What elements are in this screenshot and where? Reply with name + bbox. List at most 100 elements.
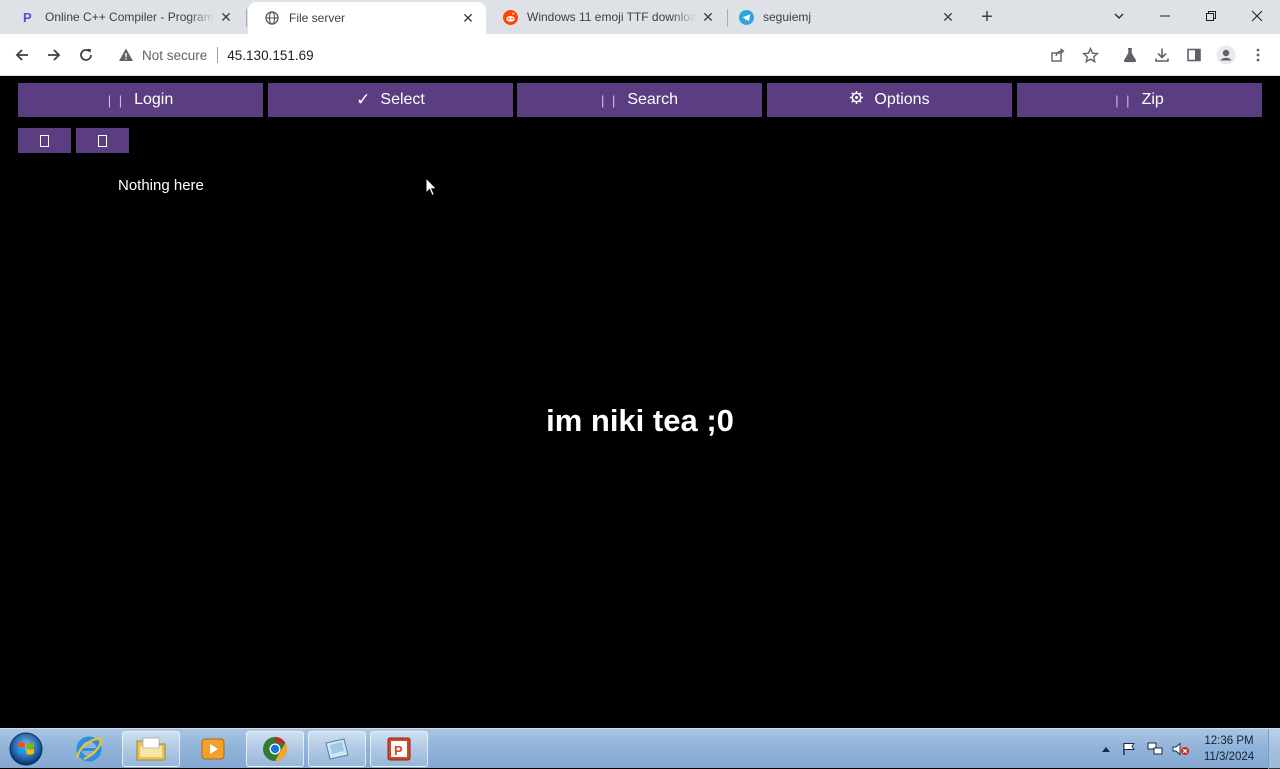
file-server-page: | | Login ✓ Select | | Search Options | … bbox=[0, 77, 1280, 728]
chevron-up-icon bbox=[1102, 747, 1110, 752]
zip-button[interactable]: | | Zip bbox=[1017, 83, 1262, 117]
globe-icon bbox=[264, 10, 280, 26]
minimize-icon bbox=[1160, 15, 1170, 17]
flag-icon bbox=[1123, 743, 1135, 755]
options-button[interactable]: Options bbox=[767, 83, 1012, 117]
back-button[interactable] bbox=[8, 41, 36, 69]
chevron-down-icon bbox=[1114, 13, 1124, 19]
tab-title: seguiemj bbox=[763, 10, 812, 24]
chrome-icon bbox=[263, 737, 288, 761]
tab-separator bbox=[246, 9, 247, 27]
arrow-right-icon bbox=[48, 49, 61, 61]
taskbar-chrome[interactable] bbox=[246, 731, 304, 767]
svg-text:P: P bbox=[394, 743, 403, 758]
mouse-cursor-icon bbox=[425, 177, 438, 197]
url-text[interactable]: 45.130.151.69 bbox=[227, 48, 313, 63]
menu-button[interactable] bbox=[1246, 43, 1270, 67]
small-button-1[interactable] bbox=[18, 128, 71, 153]
footer-motto: im niki tea ;0 bbox=[546, 403, 734, 438]
search-icon: | | bbox=[600, 92, 618, 108]
powerpoint-icon: P bbox=[387, 737, 411, 761]
taskbar-file-explorer[interactable] bbox=[122, 731, 180, 767]
login-icon: | | bbox=[107, 92, 125, 108]
side-panel-button[interactable] bbox=[1182, 43, 1206, 67]
show-desktop-button[interactable] bbox=[1268, 729, 1280, 769]
taskbar-paint[interactable] bbox=[308, 731, 366, 767]
restore-icon bbox=[1206, 11, 1216, 21]
tab-title: Online C++ Compiler - Programiz bbox=[45, 10, 214, 24]
tab-title: File server bbox=[289, 11, 346, 25]
tab-search-button[interactable] bbox=[1096, 0, 1142, 32]
taskbar-internet-explorer[interactable] bbox=[60, 731, 118, 767]
warning-icon[interactable] bbox=[118, 47, 134, 63]
flask-icon bbox=[1123, 48, 1137, 63]
profile-button[interactable] bbox=[1214, 43, 1238, 67]
tab-title: Windows 11 emoji TTF download bbox=[527, 10, 696, 24]
tab-file-server[interactable]: File server ✕ bbox=[248, 2, 486, 34]
download-icon bbox=[1155, 48, 1169, 62]
login-button[interactable]: | | Login bbox=[18, 83, 263, 117]
close-icon bbox=[1251, 10, 1263, 22]
media-player-icon bbox=[201, 738, 225, 760]
tab-programiz[interactable]: P Online C++ Compiler - Programiz ✕ bbox=[4, 2, 244, 32]
select-button[interactable]: ✓ Select bbox=[268, 83, 513, 117]
start-button[interactable] bbox=[6, 730, 46, 768]
telegram-icon bbox=[738, 9, 754, 25]
clock-date: 11/3/2024 bbox=[1203, 751, 1255, 763]
tab-strip: P Online C++ Compiler - Programiz ✕ File… bbox=[0, 0, 1280, 34]
avatar-icon bbox=[1216, 45, 1236, 65]
reload-button[interactable] bbox=[72, 41, 100, 69]
reddit-icon bbox=[502, 9, 518, 25]
programiz-icon: P bbox=[20, 9, 36, 25]
paint-icon bbox=[325, 738, 349, 760]
close-icon[interactable]: ✕ bbox=[456, 10, 480, 27]
tab-reddit[interactable]: Windows 11 emoji TTF download ✕ bbox=[486, 2, 726, 32]
select-label: Select bbox=[380, 91, 425, 108]
share-icon bbox=[1051, 48, 1065, 62]
checkmark-icon: ✓ bbox=[356, 90, 371, 109]
network-icon bbox=[1147, 742, 1163, 755]
options-label: Options bbox=[874, 91, 930, 108]
new-tab-button[interactable]: + bbox=[975, 5, 999, 29]
security-status[interactable]: Not secure bbox=[142, 48, 207, 63]
star-icon bbox=[1081, 46, 1099, 63]
more-vertical-icon bbox=[1256, 48, 1260, 62]
volume-button[interactable] bbox=[1170, 729, 1192, 769]
svg-text:P: P bbox=[23, 10, 32, 24]
taskbar: P 12:36 PM 11/3/2024 bbox=[0, 728, 1280, 769]
reload-icon bbox=[80, 48, 92, 61]
browser-toolbar: Not secure 45.130.151.69 bbox=[0, 34, 1280, 76]
address-bar[interactable]: Not secure 45.130.151.69 bbox=[110, 39, 1110, 71]
close-icon[interactable]: ✕ bbox=[214, 9, 238, 26]
windows-logo-icon bbox=[9, 732, 43, 766]
empty-message: Nothing here bbox=[118, 177, 204, 194]
missing-glyph-icon bbox=[98, 134, 107, 147]
close-icon[interactable]: ✕ bbox=[696, 9, 720, 26]
file-explorer-icon bbox=[136, 737, 166, 761]
small-button-2[interactable] bbox=[76, 128, 129, 153]
downloads-button[interactable] bbox=[1150, 43, 1174, 67]
minimize-button[interactable] bbox=[1142, 0, 1188, 32]
bookmark-button[interactable] bbox=[1078, 43, 1102, 67]
tab-seguiemj[interactable]: seguiemj ✕ bbox=[722, 2, 966, 32]
taskbar-clock[interactable]: 12:36 PM 11/3/2024 bbox=[1196, 733, 1262, 765]
share-button[interactable] bbox=[1046, 43, 1070, 67]
zip-label: Zip bbox=[1141, 91, 1164, 108]
labs-button[interactable] bbox=[1118, 43, 1142, 67]
action-center-button[interactable] bbox=[1118, 729, 1140, 769]
show-hidden-icons-button[interactable] bbox=[1098, 729, 1114, 769]
missing-glyph-icon bbox=[40, 134, 49, 147]
volume-muted-icon bbox=[1172, 742, 1189, 756]
taskbar-media-player[interactable] bbox=[184, 731, 242, 767]
restore-button[interactable] bbox=[1188, 0, 1234, 32]
forward-button[interactable] bbox=[40, 41, 68, 69]
side-panel-icon bbox=[1187, 48, 1201, 62]
window-close-button[interactable] bbox=[1234, 0, 1280, 32]
search-button[interactable]: | | Search bbox=[517, 83, 762, 117]
clock-time: 12:36 PM bbox=[1204, 735, 1254, 747]
network-button[interactable] bbox=[1144, 729, 1166, 769]
taskbar-powerpoint[interactable]: P bbox=[370, 731, 428, 767]
close-icon[interactable]: ✕ bbox=[936, 9, 960, 26]
arrow-left-icon bbox=[15, 49, 28, 61]
search-label: Search bbox=[627, 91, 679, 108]
